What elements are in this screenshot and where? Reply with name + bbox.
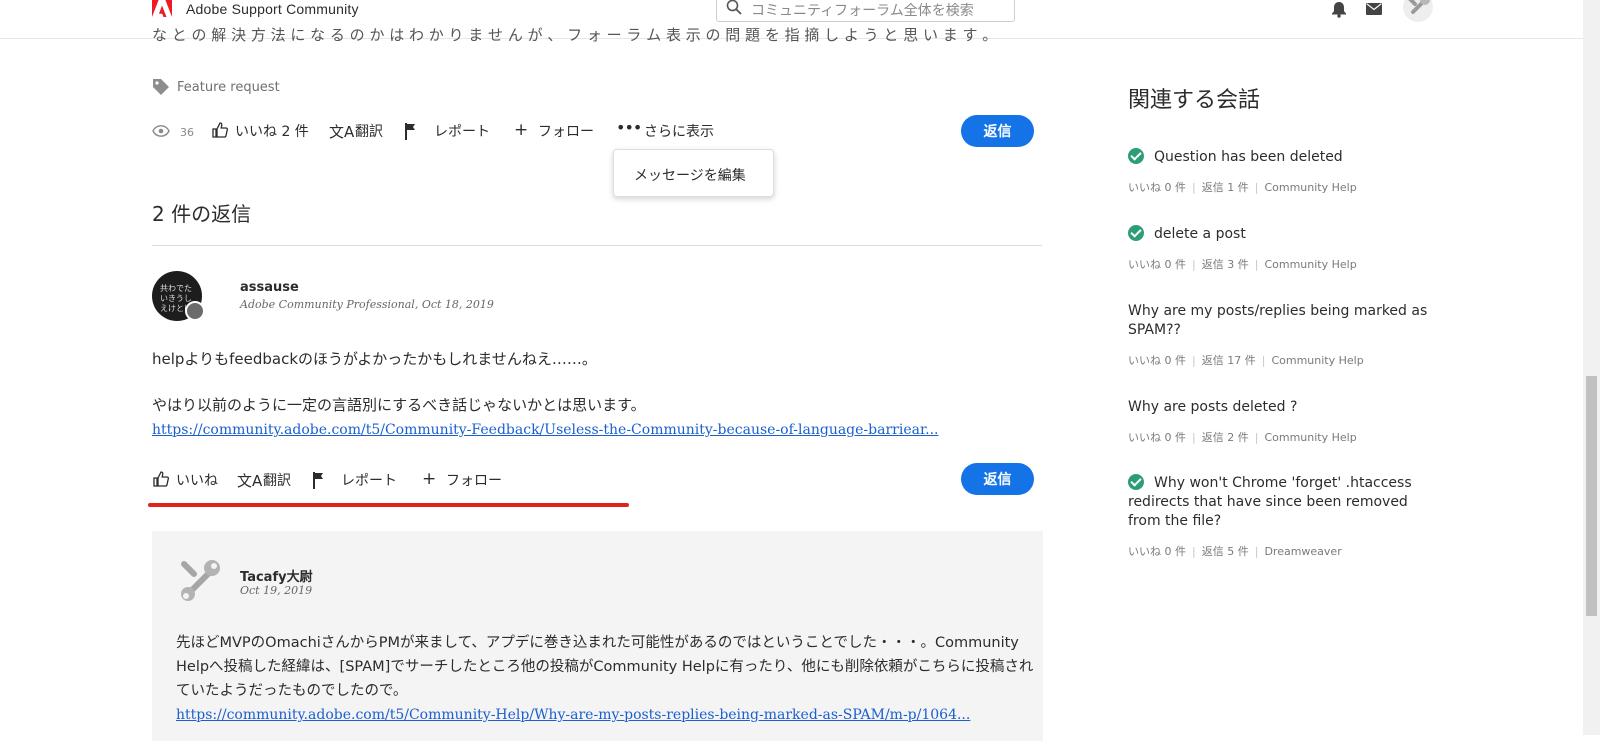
bell-icon[interactable] <box>1331 1 1347 18</box>
related-replies: 返信 3 件 <box>1201 258 1249 271</box>
tag-label[interactable]: Feature request <box>177 80 280 95</box>
related-likes: いいね 0 件 <box>1128 545 1186 558</box>
wrench-icon <box>1408 0 1430 14</box>
author-meta: Oct 19, 2019 <box>240 584 313 597</box>
related-title[interactable]: Why are posts deleted ? <box>1128 399 1297 415</box>
svg-text:いきうし: いきうし <box>160 294 192 303</box>
flag-icon <box>313 472 323 489</box>
search-input[interactable]: コミュニティフォーラム全体を検索 <box>716 0 1015 22</box>
related-item[interactable]: Why won't Chrome 'forget' .htaccess redi… <box>1128 474 1438 559</box>
user-avatar[interactable] <box>1403 0 1433 22</box>
more-options-dropdown: メッセージを編集 <box>613 149 774 197</box>
author-name[interactable]: Tacafy大尉 <box>240 566 313 585</box>
professional-badge-icon <box>185 301 205 321</box>
search-placeholder: コミュニティフォーラム全体を検索 <box>751 3 974 19</box>
related-replies: 返信 2 件 <box>1201 431 1249 444</box>
follow-label: フォロー <box>446 473 502 489</box>
author-meta: Adobe Community Professional, Oct 18, 20… <box>240 298 494 311</box>
solved-check-icon <box>1128 225 1144 241</box>
search-icon <box>726 0 742 15</box>
related-title[interactable]: Why won't Chrome 'forget' .htaccess redi… <box>1128 475 1412 529</box>
related-likes: いいね 0 件 <box>1128 431 1186 444</box>
like-label: いいね <box>176 473 218 489</box>
related-title[interactable]: Question has been deleted <box>1154 149 1343 165</box>
brand-name[interactable]: Adobe Support Community <box>186 1 359 17</box>
previous-text-partial: な と の 解 決 方 法 に な る の か は わ か り ま せ ん が … <box>152 26 998 44</box>
view-count: 36 <box>180 126 194 139</box>
related-replies: 返信 5 件 <box>1201 545 1249 558</box>
related-likes: いいね 0 件 <box>1128 181 1186 194</box>
highlight-underline <box>148 503 629 507</box>
like-label: いいね 2 件 <box>235 124 309 140</box>
reply-button[interactable]: 返信 <box>961 115 1034 147</box>
related-likes: いいね 0 件 <box>1128 354 1186 367</box>
reply-body: helpよりもfeedbackのほうがよかったかもしれませんねえ……。 やはり以… <box>152 347 938 442</box>
mail-icon[interactable] <box>1366 3 1382 15</box>
translate-label: 翻訳 <box>355 124 383 140</box>
solved-check-icon <box>1128 474 1144 490</box>
related-title[interactable]: Why are my posts/replies being marked as… <box>1128 303 1427 338</box>
adobe-logo-icon[interactable] <box>152 0 172 17</box>
replies-heading: 2 件の返信 <box>152 202 252 226</box>
reply-button[interactable]: 返信 <box>961 463 1034 495</box>
related-likes: いいね 0 件 <box>1128 258 1186 271</box>
reply-link[interactable]: https://community.adobe.com/t5/Community… <box>176 707 970 723</box>
related-board[interactable]: Community Help <box>1264 181 1356 194</box>
follow-label: フォロー <box>538 124 594 140</box>
solved-check-icon <box>1128 148 1144 164</box>
reply-text-line: helpよりもfeedbackのほうがよかったかもしれませんねえ……。 <box>152 350 597 368</box>
thumbs-up-icon <box>212 122 228 138</box>
related-replies: 返信 17 件 <box>1201 354 1256 367</box>
related-item[interactable]: delete a post いいね 0 件 | 返信 3 件 | Community H… <box>1128 225 1438 272</box>
plus-icon: + <box>422 469 437 489</box>
related-board[interactable]: Community Help <box>1264 431 1356 444</box>
ellipsis-icon: ••• <box>616 118 642 137</box>
edit-message-menu-item[interactable]: メッセージを編集 <box>634 165 746 185</box>
scrollbar-thumb[interactable] <box>1586 376 1597 616</box>
translate-icon: 文A <box>237 472 263 490</box>
svg-text:共わでた: 共わでた <box>160 284 192 293</box>
related-board[interactable]: Community Help <box>1264 258 1356 271</box>
author-name[interactable]: assause <box>240 280 299 295</box>
reply-body: 先ほどMVPのOmachiさんからPMが来まして、アプデに巻き込まれた可能性があ… <box>176 631 1036 727</box>
related-replies: 返信 1 件 <box>1201 181 1249 194</box>
wrench-avatar-icon[interactable] <box>176 556 224 604</box>
related-heading: 関連する会話 <box>1128 88 1261 113</box>
related-item[interactable]: Why are my posts/replies being marked as… <box>1128 302 1438 368</box>
related-item[interactable]: Question has been deleted いいね 0 件 | 返信 1 件… <box>1128 148 1438 195</box>
related-board[interactable]: Community Help <box>1271 354 1363 367</box>
scrollbar-track[interactable] <box>1583 0 1600 735</box>
more-label: さらに表示 <box>644 124 714 140</box>
thumbs-up-icon <box>153 471 169 487</box>
translate-icon: 文A <box>329 123 355 141</box>
related-item[interactable]: Why are posts deleted ? いいね 0 件 | 返信 2 件 | C… <box>1128 398 1438 445</box>
related-board[interactable]: Dreamweaver <box>1264 545 1341 558</box>
tag-icon <box>153 79 169 95</box>
divider <box>152 245 1042 246</box>
reply-link[interactable]: https://community.adobe.com/t5/Community… <box>152 422 938 438</box>
reply-text: 先ほどMVPのOmachiさんからPMが来まして、アプデに巻き込まれた可能性があ… <box>176 635 1034 699</box>
eye-icon <box>152 125 170 137</box>
plus-icon: + <box>514 120 529 140</box>
translate-label: 翻訳 <box>263 473 291 489</box>
related-title[interactable]: delete a post <box>1154 226 1246 242</box>
report-label: レポート <box>434 124 490 140</box>
reply-text-line: やはり以前のように一定の言語別にするべき話じゃないかとは思います。 <box>152 396 646 414</box>
report-label: レポート <box>341 473 397 489</box>
flag-icon <box>405 123 415 140</box>
